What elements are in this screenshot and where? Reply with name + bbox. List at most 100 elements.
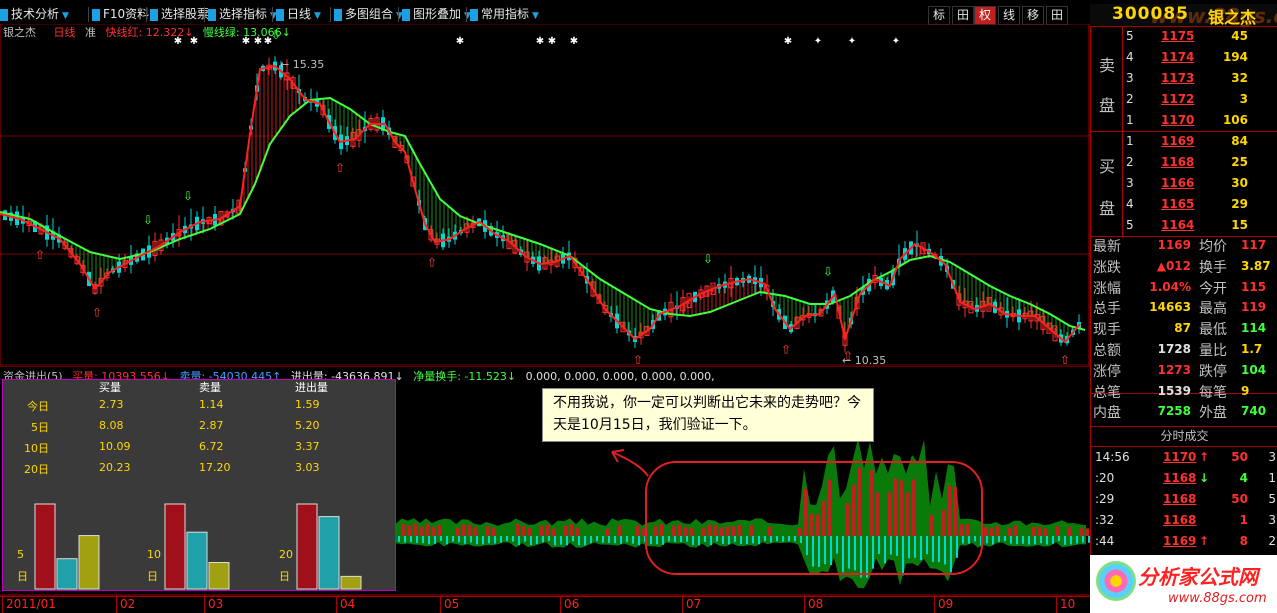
sell-volume-bar [962,536,964,544]
orderbook-price: 1174 [1161,50,1195,64]
toolbar-right-button-0[interactable]: 标 [928,6,950,25]
sell-volume-bar [680,536,682,543]
sell-volume-bar [902,536,904,576]
signal-star-icon: ✱ [456,36,464,47]
buy-volume-bar [468,524,471,536]
orderbook-row[interactable]: 3 1173 32 [1091,69,1277,90]
tick-price: 1168 [1163,513,1197,527]
buy-volume-bar [906,492,909,536]
quote-value: 9 [1241,383,1250,398]
orderbook-level: 1 [1126,134,1134,148]
quote-label: 最高 [1199,301,1227,318]
orderbook-row[interactable]: 1 1170 106 [1091,111,1277,132]
toolbar-separator [330,7,331,22]
tick-volume: 4 [1239,471,1248,485]
toolbar-right-button-1[interactable]: 田 [952,6,974,25]
logo-url-text: www.88gs.com [1168,591,1267,606]
toolbar-item-label: 常用指标 [481,7,530,21]
summary-bar [34,503,56,590]
sell-volume-bar [452,536,454,542]
orderbook-row[interactable]: 4 1174 194 [1091,48,1277,69]
summary-bar [318,516,340,590]
sell-volume-bar [476,536,478,545]
toolbar-item-label: 选择股票 [161,7,210,21]
orderbook-row[interactable]: 2 1168 25 [1091,153,1277,174]
high-price-label: ← 15.35 [280,58,324,71]
orderbook-row[interactable]: 2 1172 3 [1091,90,1277,111]
sell-volume-bar [530,536,532,546]
tick-count: 1 [1268,471,1276,485]
quote-label: 换手 [1199,259,1227,276]
orderbook-price: 1175 [1161,29,1195,43]
quote-label: 今开 [1199,280,1227,297]
stock-name: 银之杰 [1208,8,1257,27]
sell-volume-bar [1058,536,1060,541]
toolbar-right-button-5[interactable]: 田 [1046,6,1068,25]
tick-price: 1170 [1163,450,1197,464]
toolbar-marker-icon [276,8,284,21]
kline-chart[interactable]: ✱ ✱ ✱ ✱ ✱ ✱ ✱ ✱ ✱ ✱ ✦ ✦ ✦⇧⇧⇧⇧⇧⇧ ⇧ ⇧⇩⇩⇩⇩⇩← 15.35← 10.35 [0,24,1090,366]
toolbar-item-2[interactable]: 选择股票 [150,4,209,24]
sell-volume-bar [542,536,544,543]
date-tick: 06 [564,597,580,611]
toolbar-item-0[interactable]: 技术分析 ▼ [0,4,69,24]
sell-volume-bar [998,536,1000,542]
buy-volume-bar [798,527,801,536]
sell-volume-bar [608,536,610,543]
sell-volume-bar [1028,536,1030,545]
buy-arrow-icon: ⇧ [1060,353,1070,366]
sell-volume-bar [746,536,748,545]
date-tick: 07 [686,597,702,611]
sell-volume-bar [1070,536,1072,545]
sell-volume-bar [500,536,502,543]
toolbar-item-5[interactable]: 多图组合 ▼ [334,4,403,24]
buy-volume-bar [876,492,879,536]
sell-volume-bar [950,536,952,573]
quote-label: 最低 [1199,322,1227,339]
toolbar-right-button-4[interactable]: 移 [1022,6,1044,25]
orderbook-row[interactable]: 3 1166 30 [1091,174,1277,195]
tick-time: :44 [1095,534,1115,548]
buy-volume-bar [420,526,423,536]
toolbar-item-label: 技术分析 [11,7,60,21]
tick-time: :32 [1095,513,1115,527]
sell-volume-bar [656,536,658,545]
orderbook-row[interactable]: 4 1165 29 [1091,195,1277,216]
buy-volume-bar [1080,527,1083,536]
toolbar-item-1[interactable]: F10资料 [92,4,149,24]
fund-summary-panel: 买量 卖量 进出量 今日 2.73 1.14 1.59 5日 8.08 2.87 5.20 10日 10… [2,379,396,591]
buy-volume-bar [1014,525,1017,536]
sell-volume-bar [572,536,574,542]
sell-volume-bar [584,536,586,546]
annotation-callout: 不用我说，你一定可以判断出它未来的走势吧？今天是10月15日，我们验证一下。 [542,388,874,442]
chevron-down-icon: ▼ [314,11,321,21]
tick-row: :29 1168 50 5 [1091,492,1277,512]
legend-flag: 准 [85,26,96,39]
quote-value: 1273 [1157,362,1191,377]
toolbar-item-3[interactable]: 选择指标 ▼ [208,4,277,24]
toolbar-right-button-3[interactable]: 线 [998,6,1020,25]
orderbook-row[interactable]: 5 1164 15 [1091,216,1277,237]
sell-volume-bar [596,536,598,542]
orderbook-volume: 32 [1231,71,1248,85]
toolbar-right-button-2[interactable]: 权 [974,6,996,25]
date-tick-mark [804,596,805,613]
orderbook-price: 1170 [1161,113,1195,127]
buy-volume-bar [546,524,549,536]
toolbar-item-6[interactable]: 图形叠加 ▼ [402,4,471,24]
quote-label: 外盘 [1199,405,1227,422]
orderbook-volume: 84 [1231,134,1248,148]
toolbar-item-7[interactable]: 常用指标 ▼ [470,4,539,24]
toolbar-item-4[interactable]: 日线 ▼ [276,4,321,24]
orderbook-row[interactable]: 1 1169 84 [1091,132,1277,153]
sell-volume-bar [1010,536,1012,544]
sell-volume-bar [920,536,922,561]
quote-panel: 卖盘买盘 5 1175 45 4 1174 194 3 1173 32 2 1172 3 1 1170 106… [1090,26,1277,613]
tick-row: :44 1169 ↑ 8 2 [1091,534,1277,554]
fast-line [0,64,1081,344]
sell-volume-bar [896,536,898,556]
buy-volume-bar [822,500,825,536]
buy-volume-bar [672,525,675,536]
orderbook-row[interactable]: 5 1175 45 [1091,27,1277,48]
buy-volume-bar [486,526,489,536]
